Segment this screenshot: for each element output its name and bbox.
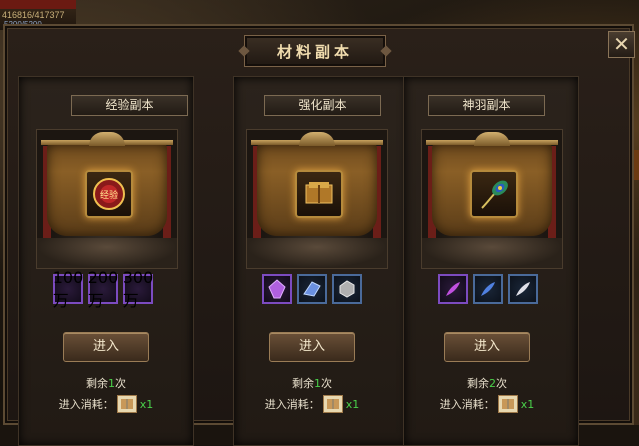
card-title: 经验副本 <box>71 95 188 116</box>
purple-crystal-icon[interactable] <box>262 274 292 304</box>
banner-crest <box>299 132 335 146</box>
purple-feather-icon[interactable] <box>438 274 468 304</box>
item-amount: 200万 <box>87 267 119 310</box>
material-dungeon-panel: 材料副本 经验副本 经验 100万 200万 300万 进入 剩余1次 进入消耗… <box>3 24 634 446</box>
cost-quantity: x1 <box>345 397 360 411</box>
reward-items <box>438 274 538 304</box>
dungeon-card-exp: 经验副本 经验 100万 200万 300万 进入 剩余1次 进入消耗： x1 <box>18 76 194 446</box>
title-plate: 材料副本 <box>244 35 386 67</box>
hp-bar <box>0 0 76 9</box>
remain-suffix: 次 <box>321 377 332 390</box>
remaining-count: 剩余1次 <box>225 375 399 391</box>
blue-crystal-icon[interactable] <box>297 274 327 304</box>
remaining-count: 剩余2次 <box>400 375 574 391</box>
entry-cost: 进入消耗： x1 <box>400 395 574 413</box>
card-title: 神羽副本 <box>428 95 545 116</box>
stone-icon[interactable] <box>332 274 362 304</box>
gold-ingot-icon[interactable]: 300万 <box>123 268 154 310</box>
remain-prefix: 剩余 <box>86 377 108 390</box>
dungeon-scene <box>246 129 388 269</box>
magic-circle-floor <box>247 238 387 268</box>
cost-quantity: x1 <box>139 397 154 411</box>
peacock-feather-icon <box>470 170 518 218</box>
card-title: 强化副本 <box>264 95 381 116</box>
remain-suffix: 次 <box>115 377 126 390</box>
cost-quantity: x1 <box>520 397 535 411</box>
ticket-book-icon[interactable] <box>322 395 343 413</box>
item-amount: 100万 <box>52 267 84 310</box>
banner-crest <box>474 132 510 146</box>
magic-circle-floor <box>37 238 177 268</box>
remain-prefix: 剩余 <box>292 377 314 390</box>
ticket-book-icon[interactable] <box>116 395 137 413</box>
window-title: 材料副本 <box>276 42 353 61</box>
remaining-count: 剩余1次 <box>19 375 193 391</box>
dungeon-card-feather: 神羽副本 进入 剩余2次 进入消耗： x1 <box>403 76 579 446</box>
dungeon-scene: 经验 <box>36 129 178 269</box>
cost-label: 进入消耗： <box>264 398 320 411</box>
cost-label: 进入消耗： <box>58 398 114 411</box>
exp-emblem-label: 经验 <box>100 189 118 201</box>
reward-items <box>262 274 362 304</box>
magic-circle-floor <box>422 238 562 268</box>
remain-number: 1 <box>314 377 321 390</box>
close-button[interactable]: ✕ <box>608 31 635 58</box>
gold-ingot-icon[interactable]: 200万 <box>88 268 119 310</box>
exp-emblem-icon: 经验 <box>85 170 133 218</box>
dungeon-scene <box>421 129 563 269</box>
item-amount: 300万 <box>122 267 154 310</box>
hp-text: 416816/417377 <box>2 10 65 20</box>
entry-cost: 进入消耗： x1 <box>225 395 399 413</box>
entry-cost: 进入消耗： x1 <box>19 395 193 413</box>
remain-number: 1 <box>108 377 115 390</box>
white-feather-icon[interactable] <box>508 274 538 304</box>
ticket-book-icon[interactable] <box>497 395 518 413</box>
remain-suffix: 次 <box>496 377 507 390</box>
enter-button[interactable]: 进入 <box>269 332 355 362</box>
blue-feather-icon[interactable] <box>473 274 503 304</box>
cost-label: 进入消耗： <box>439 398 495 411</box>
remain-number: 2 <box>489 377 496 390</box>
dungeon-card-enhance: 强化副本 进入 剩余1次 进入消耗： x1 <box>233 76 409 446</box>
remain-prefix: 剩余 <box>467 377 489 390</box>
enter-button[interactable]: 进入 <box>63 332 149 362</box>
reward-items: 100万 200万 300万 <box>53 268 154 310</box>
book-icon <box>295 170 343 218</box>
enter-button[interactable]: 进入 <box>444 332 530 362</box>
banner-crest <box>89 132 125 146</box>
gold-ingot-icon[interactable]: 100万 <box>53 268 84 310</box>
